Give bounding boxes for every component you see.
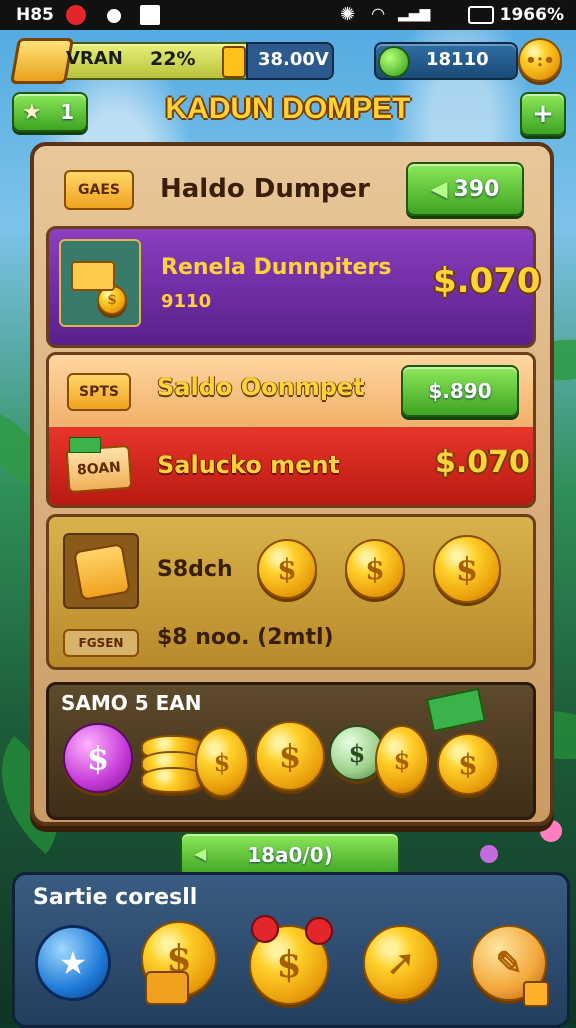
dollar-coin-icon[interactable]: $ — [437, 733, 499, 795]
image-icon — [140, 5, 160, 25]
progress-percent: 22% — [150, 48, 196, 70]
gold-panel-tag: FGSEN — [63, 629, 139, 657]
currency-primary-value: 38.00V — [258, 49, 329, 70]
gold-panel-footer: $8 noo. (2mtl) — [157, 625, 334, 650]
chevron-icon: ◀ — [430, 176, 448, 202]
bag-icon — [63, 533, 139, 609]
purple-coin-icon[interactable]: $ — [63, 723, 133, 793]
red-row-amount: $.070 — [435, 445, 530, 480]
status-left-text: H85 — [16, 5, 54, 25]
dollar-coin-icon: $ — [375, 725, 429, 795]
gold-coins-panel: S8dch $ $ $ FGSEN $8 noo. (2mtl) — [46, 514, 536, 670]
flower-decoration — [480, 845, 498, 863]
gold-panel-label: S8dch — [157, 557, 233, 582]
plus-icon: + — [532, 99, 554, 129]
status-bar: H85 ✺ ◠ ▂▄▆ 1966% — [0, 0, 576, 30]
dollar-coin-icon: $ — [195, 727, 249, 797]
target-icon — [104, 6, 124, 26]
orange-row-button[interactable]: $.890 — [401, 365, 519, 417]
purple-row-amount: $.070 — [433, 261, 541, 301]
purple-wallet-row[interactable]: $ Renela Dunnpiters 9110 $.070 — [46, 226, 541, 348]
collect-button-label: 18a0/0) — [247, 843, 333, 867]
wallet-panel: GAES Haldo Dumper ◀ 390 $ Renela Dunnpit… — [30, 142, 554, 826]
gem-icon — [378, 46, 410, 78]
bank-panel-title: SAMO 5 EAN — [61, 691, 202, 715]
bottom-bar-title: Sartie coresll — [33, 885, 198, 910]
signal-icon: ▂▄▆ — [398, 6, 431, 22]
orange-row-tag: SPTS — [67, 373, 131, 411]
currency-secondary-value: 18110 — [426, 49, 489, 70]
record-icon — [66, 5, 86, 25]
star-icon: ★ — [58, 944, 88, 982]
page-title: KADUN DOMPET — [165, 92, 411, 125]
purple-row-label: Renela Dunnpiters — [161, 255, 392, 280]
gear-icon: ✺ — [340, 4, 356, 25]
apple-icon — [251, 915, 279, 943]
chevron-icon: ◀ — [194, 844, 207, 863]
dollar-coin-icon[interactable]: $ — [345, 539, 405, 599]
pencil-icon: ✎ — [495, 944, 523, 982]
cherry-icon — [305, 917, 333, 945]
shortcut-arrow-button[interactable]: ➚ — [363, 925, 439, 1001]
bottom-bar: Sartie coresll ★ $ $ ➚ ✎ — [12, 872, 570, 1028]
gold-bar-icon — [9, 38, 75, 84]
shortcut-star-button[interactable]: ★ — [35, 925, 111, 1001]
gift-icon — [73, 543, 131, 601]
player-name: VRAN — [66, 48, 123, 69]
dollar-coin-icon[interactable]: $ — [255, 721, 325, 791]
dollar-coin-icon[interactable]: $ — [257, 539, 317, 599]
red-wallet-row[interactable]: 8OAN Salucko ment $.070 — [49, 427, 533, 505]
treasure-icon: $ — [59, 239, 141, 327]
orange-wallet-row[interactable]: SPTS Saldo Oonmpet $.890 — [49, 355, 533, 425]
cash-note-icon — [69, 437, 101, 453]
balance-block: SPTS Saldo Oonmpet $.890 8OAN Salucko me… — [46, 352, 536, 508]
bank-panel: SAMO 5 EAN $ $ $ $ $ $ — [46, 682, 536, 820]
header-action-value: 390 — [453, 176, 500, 202]
purple-row-sublabel: 9110 — [161, 291, 212, 312]
add-button[interactable]: + — [520, 92, 566, 136]
red-row-label: Salucko ment — [157, 451, 341, 479]
header-action-button[interactable]: ◀ 390 — [406, 162, 524, 216]
cash-note-icon — [426, 687, 486, 733]
expand-icon[interactable] — [523, 981, 549, 1007]
header-tag: GAES — [64, 170, 134, 210]
header-label: Haldo Dumper — [160, 174, 370, 204]
orange-row-label: Saldo Oonmpet — [157, 373, 365, 401]
wifi-icon: ◠ — [372, 4, 385, 23]
arrow-icon: ➚ — [385, 942, 417, 984]
bag-icon — [145, 971, 189, 1005]
cookie-menu-icon[interactable]: •:• — [518, 38, 562, 82]
status-right-text: 1966% — [499, 5, 564, 25]
battery-icon — [468, 6, 494, 24]
bag-icon — [71, 261, 115, 291]
coin-icon — [222, 46, 246, 78]
dollar-coin-icon[interactable]: $ — [433, 535, 501, 603]
